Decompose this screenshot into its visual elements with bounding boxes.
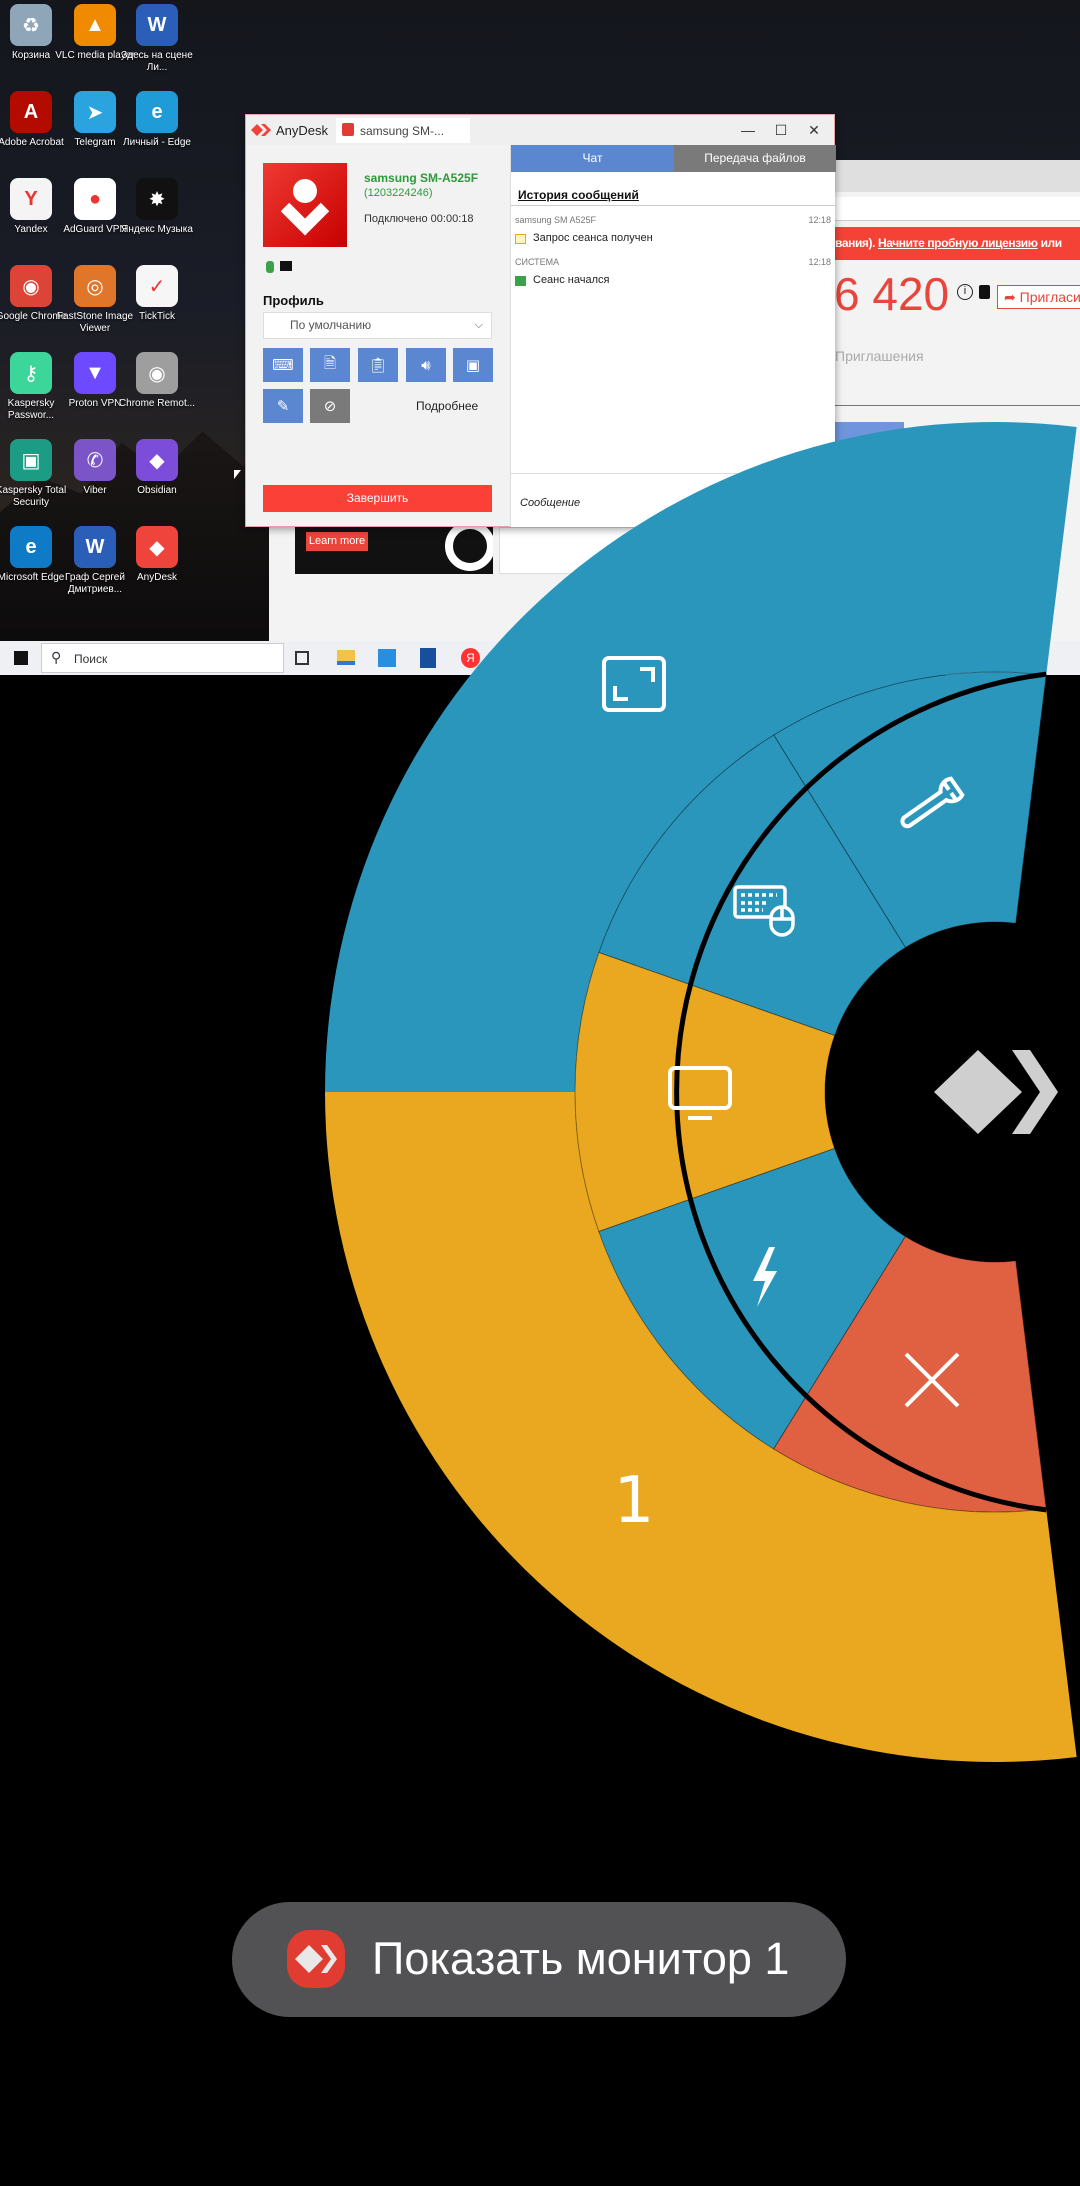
show-monitor-toast[interactable]: Показать монитор 1 bbox=[232, 1902, 846, 2017]
anydesk-app-icon bbox=[287, 1930, 345, 1988]
monitor-number-label: 1 bbox=[614, 1464, 655, 1538]
toast-text: Показать монитор 1 bbox=[372, 1933, 790, 1984]
radial-menu: 1 bbox=[325, 422, 1080, 1763]
